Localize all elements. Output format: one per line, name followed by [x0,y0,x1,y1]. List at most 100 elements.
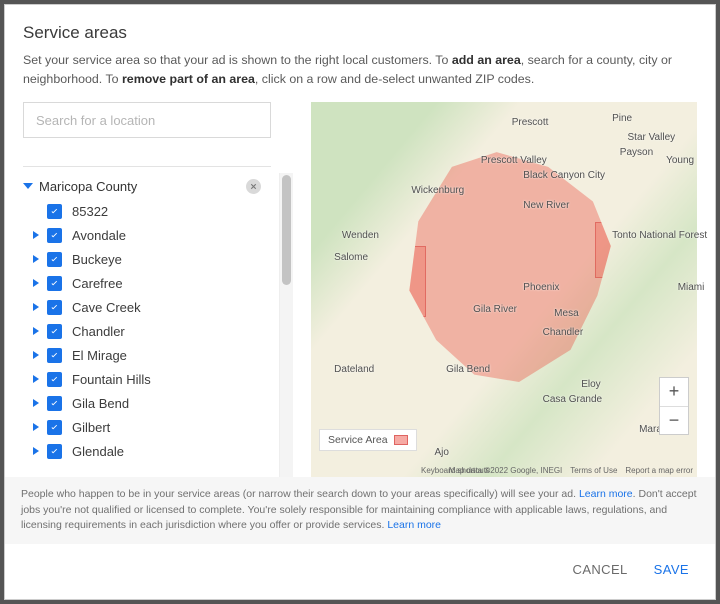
map-panel: Prescott Prescott Valley Payson Pine Star Va… [311,102,697,477]
zoom-out-button[interactable]: − [660,406,688,434]
map-city-label: Miami [678,282,705,293]
left-panel: Maricopa County 85322 Avondale Buckeye Caref… [23,102,293,477]
tree-item-label: El Mirage [72,348,127,363]
divider [23,166,271,167]
search-container [23,102,293,138]
tree-item-label: Gilbert [72,420,110,435]
chevron-right-icon[interactable] [33,375,39,383]
checkbox-icon[interactable] [47,396,62,411]
scrollbar-track[interactable] [279,173,293,477]
learn-more-link[interactable]: Learn more [579,488,633,500]
checkbox-icon[interactable] [47,372,62,387]
chevron-right-icon[interactable] [33,447,39,455]
disclaimer-footer: People who happen to be in your service … [5,477,715,544]
map-city-label: Phoenix [523,282,559,293]
terms-link[interactable]: Terms of Use [570,466,617,475]
map-city-label: Payson [620,147,653,158]
chevron-right-icon[interactable] [33,303,39,311]
tree-item-label: Avondale [72,228,126,243]
tree-item-row[interactable]: Gilbert [23,415,275,439]
checkbox-icon[interactable] [47,204,62,219]
tree-item-row[interactable]: Glendale [23,439,275,463]
search-input[interactable] [23,102,271,138]
tree-item-label: 85322 [72,204,108,219]
chevron-right-icon[interactable] [33,279,39,287]
map-legend: Service Area [319,429,417,451]
map-city-label: Salome [334,252,368,263]
chevron-right-icon[interactable] [33,255,39,263]
map-city-label: New River [523,200,569,211]
scrollbar-thumb[interactable] [282,175,291,285]
checkbox-icon[interactable] [47,228,62,243]
map-city-label: Tonto National Forest [612,230,707,241]
legend-label: Service Area [328,434,388,446]
map-city-label: Wenden [342,230,379,241]
service-areas-dialog: Service areas Set your service area so t… [4,4,716,600]
map-attribution: Map data ©2022 Google, INEGI Terms of Us… [449,466,693,475]
map-city-label: Chandler [543,327,584,338]
dialog-actions: CANCEL SAVE [5,544,715,599]
tree-item-label: Fountain Hills [72,372,151,387]
map-city-label: Star Valley [628,132,676,143]
chevron-down-icon[interactable] [23,183,33,189]
chevron-right-icon[interactable] [33,231,39,239]
chevron-right-icon[interactable] [33,423,39,431]
map-city-label: Prescott [512,117,549,128]
tree-item-row[interactable]: Carefree [23,271,275,295]
checkbox-icon[interactable] [47,348,62,363]
map-city-label: Gila Bend [446,364,490,375]
tree-root-label: Maricopa County [39,179,137,194]
tree-item-label: Gila Bend [72,396,129,411]
checkbox-icon[interactable] [47,252,62,267]
subtitle: Set your service area so that your ad is… [23,51,697,88]
chevron-right-icon[interactable] [33,351,39,359]
map-city-label: Young [666,155,694,166]
save-button[interactable]: SAVE [650,556,693,583]
map-city-label: Eloy [581,379,600,390]
chevron-right-icon[interactable] [33,327,39,335]
chevron-right-icon[interactable] [33,399,39,407]
page-title: Service areas [23,23,697,43]
tree-item-row[interactable]: Chandler [23,319,275,343]
attribution-text: Map data ©2022 Google, INEGI [449,466,563,475]
clear-icon[interactable] [246,179,261,194]
tree-item-row[interactable]: Fountain Hills [23,367,275,391]
tree-item-row[interactable]: Avondale [23,223,275,247]
tree-item-label: Chandler [72,324,125,339]
report-link[interactable]: Report a map error [625,466,693,475]
tree-item-row[interactable]: Cave Creek [23,295,275,319]
checkbox-icon[interactable] [47,276,62,291]
tree-item-row[interactable]: 85322 [23,199,275,223]
tree-item-label: Cave Creek [72,300,141,315]
checkbox-icon[interactable] [47,444,62,459]
subtitle-text: Set your service area so that your ad is… [23,53,452,67]
zoom-in-button[interactable]: + [660,378,688,406]
tree-item-row[interactable]: Buckeye [23,247,275,271]
map-city-label: Black Canyon City [523,170,605,181]
map-city-label: Pine [612,113,632,124]
tree-item-row[interactable]: El Mirage [23,343,275,367]
subtitle-bold-remove: remove part of an area [122,72,255,86]
subtitle-text: , click on a row and de-select unwanted … [255,72,534,86]
subtitle-bold-add: add an area [452,53,521,67]
map-city-label: Prescott Valley [481,155,547,166]
tree-item-label: Glendale [72,444,124,459]
location-tree: Maricopa County 85322 Avondale Buckeye Caref… [23,173,279,477]
map-city-label: Mesa [554,308,578,319]
checkbox-icon[interactable] [47,324,62,339]
checkbox-icon[interactable] [47,420,62,435]
map-city-label: Dateland [334,364,374,375]
checkbox-icon[interactable] [47,300,62,315]
map-city-label: Gila River [473,304,517,315]
cancel-button[interactable]: CANCEL [569,556,632,583]
tree-root-row[interactable]: Maricopa County [23,173,275,199]
tree-item-row[interactable]: Gila Bend [23,391,275,415]
map[interactable]: Prescott Prescott Valley Payson Pine Star Va… [311,102,697,477]
map-city-label: Wickenburg [411,185,464,196]
tree-item-label: Buckeye [72,252,122,267]
footer-text: People who happen to be in your service … [21,488,579,500]
learn-more-link[interactable]: Learn more [387,519,441,531]
tree-item-label: Carefree [72,276,123,291]
zoom-control: + − [659,377,689,435]
map-city-label: Casa Grande [543,394,602,405]
